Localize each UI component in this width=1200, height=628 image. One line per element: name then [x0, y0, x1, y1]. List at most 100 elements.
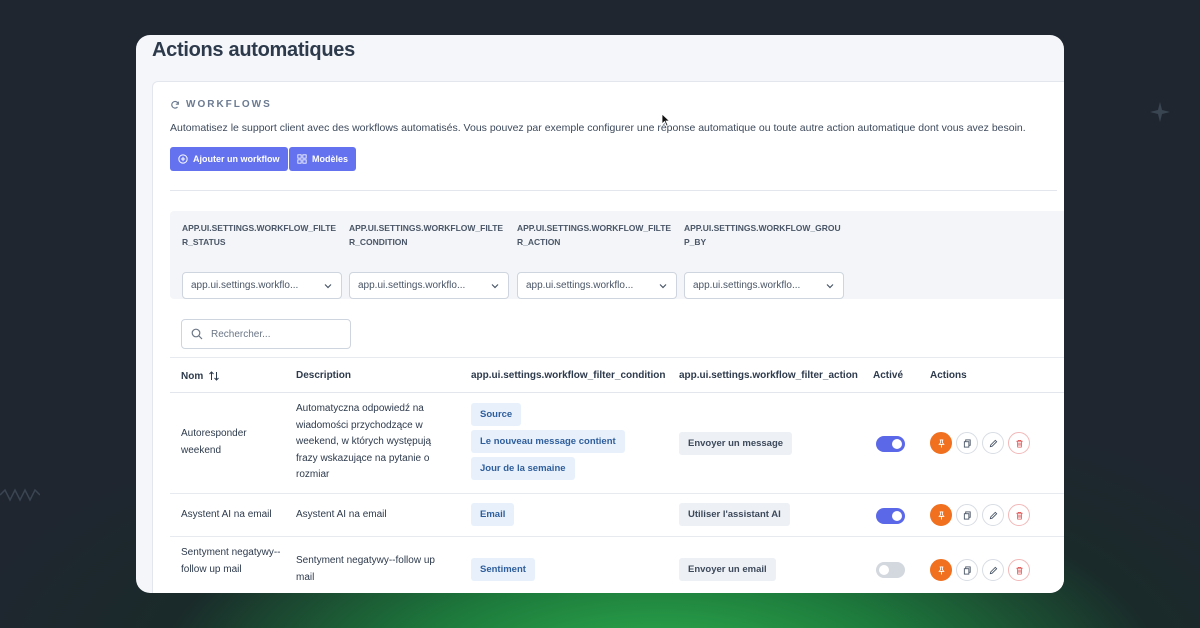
- filter-action-label: APP.UI.SETTINGS.WORKFLOW_FILTER_ACTION: [517, 223, 672, 247]
- copy-button[interactable]: [956, 504, 978, 526]
- column-condition: app.ui.settings.workflow_filter_conditio…: [471, 370, 666, 381]
- search-icon: [191, 328, 203, 340]
- models-label: Modèles: [312, 154, 349, 164]
- filter-condition-label: APP.UI.SETTINGS.WORKFLOW_FILTER_CONDITIO…: [349, 223, 504, 247]
- filter-status-select[interactable]: app.ui.settings.workflo...: [182, 272, 342, 299]
- edit-icon: [989, 566, 997, 574]
- column-actions: Actions: [930, 370, 967, 381]
- edit-button[interactable]: [982, 432, 1004, 454]
- filter-group-by-select[interactable]: app.ui.settings.workflo...: [684, 272, 844, 299]
- row-action: Envoyer un message: [679, 432, 793, 459]
- trash-icon: [1015, 511, 1023, 520]
- pin-button[interactable]: [930, 559, 952, 581]
- workflows-heading: WORKFLOWS: [170, 99, 272, 110]
- condition-tag: Sentiment: [471, 558, 535, 581]
- filter-status-value: app.ui.settings.workflo...: [191, 280, 299, 291]
- pin-button[interactable]: [930, 432, 952, 454]
- table-header: Nom Description app.ui.settings.workflow…: [170, 357, 1064, 393]
- filter-action: APP.UI.SETTINGS.WORKFLOW_FILTER_ACTION a…: [517, 221, 677, 299]
- column-description: Description: [296, 370, 352, 381]
- filter-action-select[interactable]: app.ui.settings.workflo...: [517, 272, 677, 299]
- trash-icon: [1015, 566, 1023, 575]
- row-actions: [930, 504, 1030, 526]
- row-name: Sentyment negatywy--follow up mail: [181, 547, 281, 575]
- filter-status-label: APP.UI.SETTINGS.WORKFLOW_FILTER_STATUS: [182, 223, 337, 247]
- filter-group-by-value: app.ui.settings.workflo...: [693, 280, 801, 291]
- edit-button[interactable]: [982, 504, 1004, 526]
- pin-icon: [937, 565, 945, 575]
- filter-group-by-label: APP.UI.SETTINGS.WORKFLOW_GROUP_BY: [684, 223, 841, 247]
- chevron-down-icon: [491, 283, 499, 288]
- refresh-icon: [171, 100, 179, 109]
- cursor-icon: [661, 113, 671, 127]
- add-workflow-button[interactable]: Ajouter un workflow: [170, 147, 288, 171]
- row-description: Automatyczna odpowiedź na wiadomości prz…: [296, 403, 432, 480]
- trash-icon: [1015, 439, 1023, 448]
- copy-icon: [963, 438, 971, 448]
- delete-button[interactable]: [1008, 504, 1030, 526]
- row-name: Autoresponder weekend: [181, 428, 247, 456]
- active-toggle[interactable]: [876, 508, 905, 524]
- action-tag: Utiliser l'assistant AI: [679, 503, 790, 526]
- divider: [170, 190, 1057, 191]
- chevron-down-icon: [826, 283, 834, 288]
- search-placeholder: Rechercher...: [211, 328, 271, 340]
- condition-tag: Le nouveau message contient: [471, 430, 625, 453]
- row-action: Envoyer un email: [679, 558, 776, 585]
- active-toggle[interactable]: [876, 562, 905, 578]
- copy-icon: [963, 565, 971, 575]
- page-title: Actions automatiques: [152, 39, 355, 61]
- grid-icon: [297, 154, 307, 164]
- edit-icon: [989, 439, 997, 447]
- settings-card: Actions automatiques WORKFLOWS Automatis…: [136, 35, 1064, 593]
- filter-group-by: APP.UI.SETTINGS.WORKFLOW_GROUP_BY app.ui…: [684, 221, 844, 299]
- filters-bar: APP.UI.SETTINGS.WORKFLOW_FILTER_STATUS a…: [170, 211, 1064, 299]
- chevron-down-icon: [659, 283, 667, 288]
- workflows-panel: WORKFLOWS Automatisez le support client …: [152, 81, 1064, 593]
- edit-icon: [989, 511, 997, 519]
- chevron-down-icon: [324, 283, 332, 288]
- condition-tag: Jour de la semaine: [471, 457, 575, 480]
- search-input[interactable]: Rechercher...: [181, 319, 351, 349]
- delete-button[interactable]: [1008, 559, 1030, 581]
- column-name-label: Nom: [181, 370, 204, 382]
- column-active: Activé: [873, 370, 904, 381]
- row-conditions: Source Le nouveau message contient Jour …: [471, 403, 671, 484]
- row-conditions: Email: [471, 503, 515, 530]
- column-action: app.ui.settings.workflow_filter_action: [679, 370, 858, 381]
- row-description: Sentyment negatywy--follow up mail: [296, 555, 435, 583]
- row-actions: [930, 432, 1030, 454]
- copy-button[interactable]: [956, 559, 978, 581]
- condition-tag: Email: [471, 503, 515, 526]
- table-row: Autoresponder weekend Automatyczna odpow…: [170, 393, 1064, 494]
- column-name[interactable]: Nom: [181, 370, 220, 382]
- row-actions: [930, 559, 1030, 581]
- pin-button[interactable]: [930, 504, 952, 526]
- wave-decoration-icon: [0, 488, 40, 502]
- edit-button[interactable]: [982, 559, 1004, 581]
- filter-status: APP.UI.SETTINGS.WORKFLOW_FILTER_STATUS a…: [182, 221, 342, 299]
- plus-circle-icon: [178, 154, 188, 164]
- condition-tag: Source: [471, 403, 522, 426]
- workflows-section-label: WORKFLOWS: [186, 99, 272, 110]
- row-description: Asystent AI na email: [296, 509, 387, 520]
- copy-button[interactable]: [956, 432, 978, 454]
- row-action: Utiliser l'assistant AI: [679, 503, 790, 530]
- pin-icon: [937, 510, 945, 520]
- copy-icon: [963, 510, 971, 520]
- sparkle-decoration-icon: [1150, 102, 1170, 122]
- pin-icon: [937, 438, 945, 448]
- delete-button[interactable]: [1008, 432, 1030, 454]
- action-tag: Envoyer un message: [679, 432, 793, 455]
- row-conditions: Sentiment: [471, 558, 535, 585]
- workflows-table: Nom Description app.ui.settings.workflow…: [170, 357, 1064, 593]
- filter-condition-select[interactable]: app.ui.settings.workflo...: [349, 272, 509, 299]
- models-button[interactable]: Modèles: [289, 147, 357, 171]
- action-tag: Envoyer un email: [679, 558, 776, 581]
- filter-action-value: app.ui.settings.workflo...: [526, 280, 634, 291]
- row-name: Asystent AI na email: [181, 509, 272, 520]
- workflows-description: Automatisez le support client avec des w…: [170, 122, 1026, 134]
- add-workflow-label: Ajouter un workflow: [193, 154, 280, 164]
- sort-icon: [209, 371, 220, 381]
- active-toggle[interactable]: [876, 436, 905, 452]
